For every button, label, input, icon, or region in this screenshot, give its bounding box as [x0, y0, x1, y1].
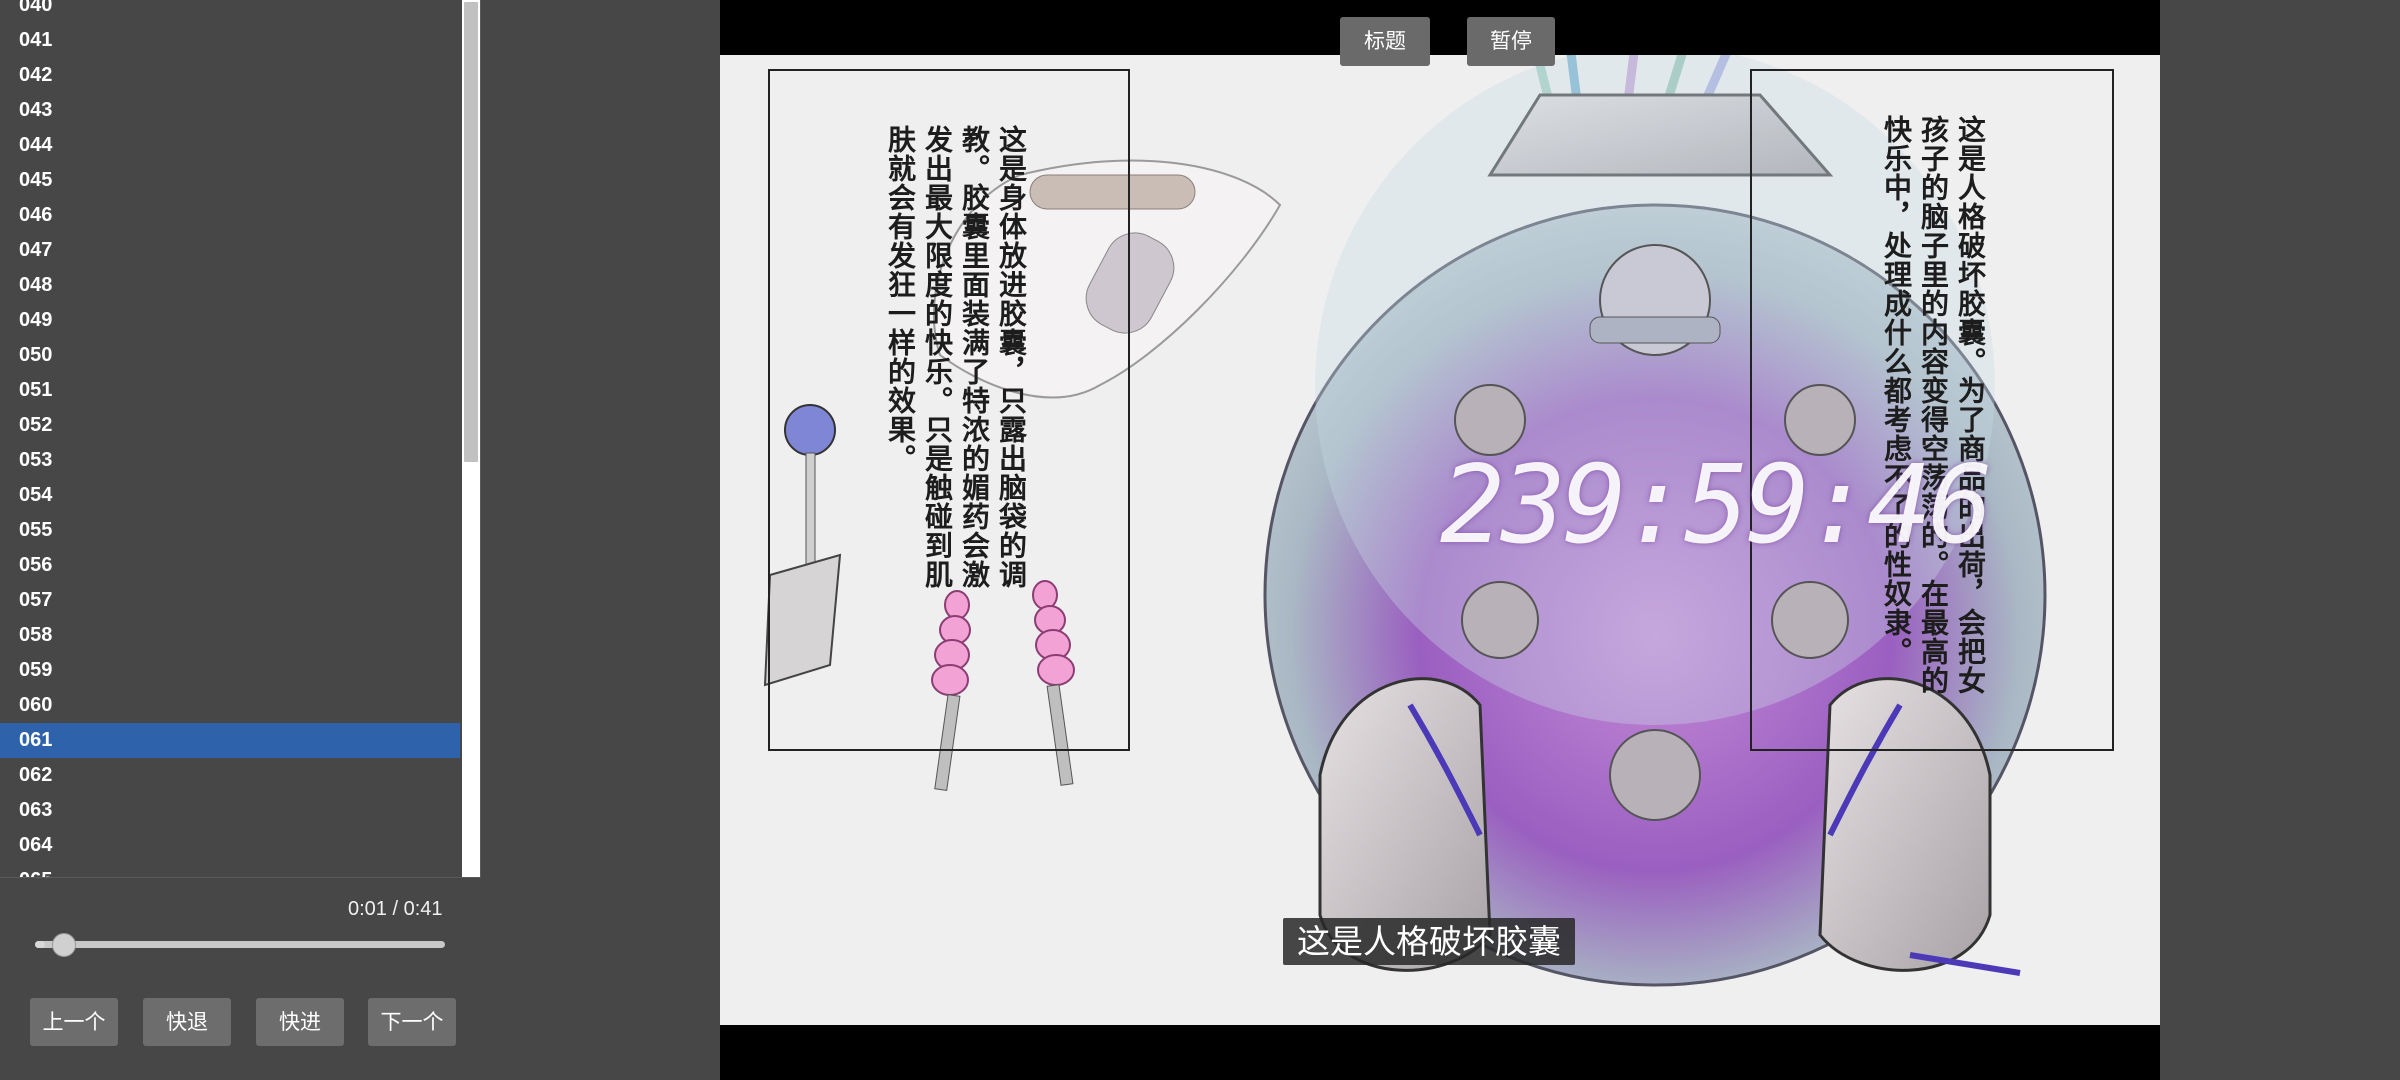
playlist-item[interactable]: 065 [0, 863, 460, 877]
playlist-item[interactable]: 044 [0, 128, 460, 163]
pause-button[interactable]: 暂停 [1467, 17, 1555, 66]
playlist-item[interactable]: 057 [0, 583, 460, 618]
next-button[interactable]: 下一个 [368, 998, 456, 1046]
playlist-item[interactable]: 054 [0, 478, 460, 513]
playlist-item[interactable]: 053 [0, 443, 460, 478]
right-caption-text: 这是人格破坏胶囊。为了商品的出荷，会把女孩子的脑子里的内容变得空荡荡的。在最高的… [1880, 115, 1987, 695]
countdown-timer: 239:59:46 [1440, 443, 1993, 568]
playlist-scrollbar-thumb[interactable] [464, 2, 478, 462]
playlist-item[interactable]: 047 [0, 233, 460, 268]
playlist-item[interactable]: 050 [0, 338, 460, 373]
playlist-item[interactable]: 051 [0, 373, 460, 408]
playlist-item[interactable]: 059 [0, 653, 460, 688]
playlist-item[interactable]: 058 [0, 618, 460, 653]
playlist-item[interactable]: 063 [0, 793, 460, 828]
playlist-scrollbar[interactable] [462, 0, 480, 877]
seek-bar[interactable] [35, 941, 445, 948]
playlist-item[interactable]: 055 [0, 513, 460, 548]
fast-forward-button[interactable]: 快进 [256, 998, 344, 1046]
playlist[interactable]: 040 041 042 043 044 045 046 047 048 049 050 051 052 0… [0, 0, 481, 878]
time-display: 0:01 / 0:41 [348, 898, 443, 920]
playlist-items: 040 041 042 043 044 045 046 047 048 049 050 051 052 0… [0, 0, 460, 877]
seek-bar-fill [35, 941, 45, 948]
manga-frame: 这是身体放进胶囊，只露出脑袋的调教。胶囊里面装满了特浓的媚药会激发出最大限度的快… [720, 55, 2160, 1025]
previous-button[interactable]: 上一个 [30, 998, 118, 1046]
playlist-item[interactable]: 049 [0, 303, 460, 338]
image-viewer[interactable]: 这是身体放进胶囊，只露出脑袋的调教。胶囊里面装满了特浓的媚药会激发出最大限度的快… [720, 0, 2160, 1080]
playlist-item[interactable]: 040 [0, 0, 460, 23]
playlist-item[interactable]: 045 [0, 163, 460, 198]
seek-handle[interactable] [51, 933, 76, 957]
playlist-item[interactable]: 064 [0, 828, 460, 863]
playlist-item[interactable]: 041 [0, 23, 460, 58]
playlist-item[interactable]: 052 [0, 408, 460, 443]
left-caption-text: 这是身体放进胶囊，只露出脑袋的调教。胶囊里面装满了特浓的媚药会激发出最大限度的快… [884, 125, 1028, 589]
rewind-button[interactable]: 快退 [143, 998, 231, 1046]
playlist-item[interactable]: 048 [0, 268, 460, 303]
playlist-item[interactable]: 043 [0, 93, 460, 128]
title-button[interactable]: 标题 [1340, 17, 1430, 66]
playlist-item[interactable]: 060 [0, 688, 460, 723]
playlist-item[interactable]: 056 [0, 548, 460, 583]
subtitle: 这是人格破坏胶囊 [1283, 918, 1575, 965]
playlist-item[interactable]: 042 [0, 58, 460, 93]
playlist-item[interactable]: 046 [0, 198, 460, 233]
playlist-item[interactable]: 062 [0, 758, 460, 793]
playlist-item[interactable]: 061 [0, 723, 460, 758]
